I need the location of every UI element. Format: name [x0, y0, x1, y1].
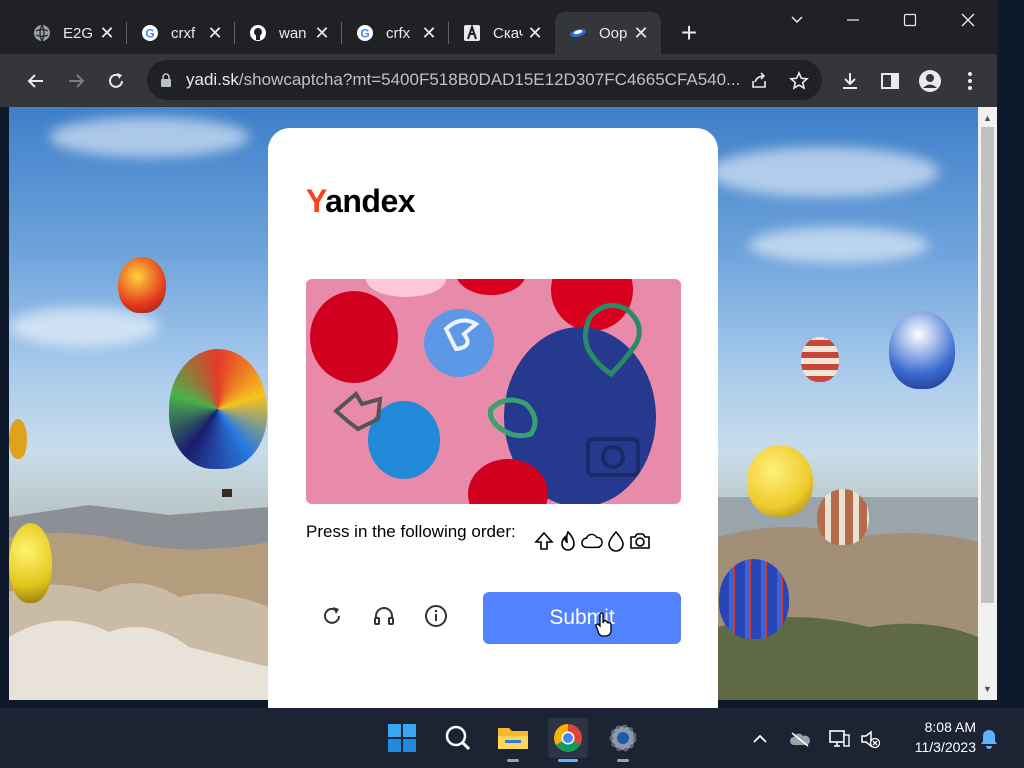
start-icon[interactable]	[382, 718, 422, 758]
captcha-instruction: Press in the following order:	[306, 522, 516, 541]
tab-title: crfx	[386, 24, 411, 42]
address-bar[interactable]: yadi.sk/showcaptcha?mt=5400F518B0DAD15E1…	[147, 60, 822, 100]
maximize-button[interactable]	[890, 8, 930, 32]
tab-title: wan	[279, 24, 307, 42]
background-cloud	[709, 147, 939, 197]
captcha-image[interactable]	[306, 279, 681, 504]
tab-title: Скач	[493, 24, 523, 42]
google-icon: G	[356, 24, 374, 42]
tab-title: crxf	[171, 24, 196, 42]
hot-air-balloon	[747, 445, 813, 517]
hot-air-balloon	[9, 523, 52, 603]
side-panel-icon[interactable]	[876, 67, 904, 95]
submit-button[interactable]: Submit	[483, 592, 681, 644]
close-icon[interactable]: ✕	[631, 23, 651, 43]
close-icon[interactable]: ✕	[525, 23, 545, 43]
share-icon[interactable]	[748, 70, 770, 92]
bookmark-star-icon[interactable]	[788, 70, 810, 92]
vertical-scrollbar[interactable]: ▲ ▼	[978, 107, 997, 700]
menu-kebab-icon[interactable]	[956, 67, 984, 95]
reload-button[interactable]	[102, 67, 130, 95]
audio-captcha-button[interactable]	[369, 601, 399, 631]
search-icon[interactable]	[438, 718, 478, 758]
tab-wan[interactable]: wan ✕	[235, 12, 342, 54]
drop-icon	[605, 529, 627, 553]
hot-air-balloon	[169, 349, 267, 469]
hand-cursor-icon	[595, 612, 612, 637]
scrollbar-thumb[interactable]	[981, 127, 994, 603]
github-icon	[249, 24, 267, 42]
refresh-captcha-button[interactable]	[317, 601, 347, 631]
chrome-icon[interactable]	[548, 718, 588, 762]
background-cloud	[9, 307, 159, 347]
clock-time: 8:08 AM	[924, 719, 976, 735]
tab-crxf[interactable]: G crxf ✕	[127, 12, 235, 54]
flame-icon	[557, 529, 579, 553]
chevron-down-icon[interactable]	[777, 8, 817, 32]
new-tab-button[interactable]: +	[676, 19, 702, 47]
captcha-shapes	[332, 302, 642, 477]
yandex-disk-icon	[569, 24, 587, 42]
file-explorer-icon[interactable]	[493, 718, 533, 762]
settings-icon[interactable]	[603, 718, 643, 762]
background-cloud	[49, 117, 249, 157]
notification-bell-icon[interactable]	[978, 728, 1000, 750]
google-icon: G	[141, 24, 159, 42]
download-icon[interactable]	[836, 67, 864, 95]
close-icon[interactable]: ✕	[205, 23, 225, 43]
taskbar-clock[interactable]: 8:08 AM 11/3/2023	[896, 717, 976, 757]
scroll-up-arrow[interactable]: ▲	[982, 113, 993, 123]
hot-air-balloon	[9, 419, 27, 459]
running-indicator	[617, 759, 629, 762]
forward-button[interactable]	[62, 67, 90, 95]
svg-text:G: G	[145, 27, 154, 41]
hot-air-balloon	[817, 489, 869, 545]
network-icon[interactable]	[828, 728, 850, 750]
tab-oops-active[interactable]: Oop ✕	[555, 12, 661, 54]
background-cloud	[749, 227, 929, 263]
close-icon[interactable]: ✕	[419, 23, 439, 43]
profile-avatar[interactable]	[916, 67, 944, 95]
clock-date: 11/3/2023	[914, 739, 976, 755]
globe-icon	[33, 24, 51, 42]
close-icon[interactable]: ✕	[97, 23, 117, 43]
svg-text:G: G	[360, 27, 369, 41]
running-indicator	[558, 759, 578, 762]
cloud-icon	[581, 529, 603, 553]
tab-strip: E2G ✕ G crxf ✕ wan ✕ G crfx ✕ Скач ✕ Oop…	[0, 0, 997, 54]
info-button[interactable]	[421, 601, 451, 631]
windows-taskbar	[0, 708, 1024, 768]
scroll-down-arrow[interactable]: ▼	[982, 684, 993, 694]
tab-crfx[interactable]: G crfx ✕	[342, 12, 449, 54]
balloon-basket	[222, 489, 232, 497]
captcha-sequence	[533, 529, 651, 553]
back-button[interactable]	[22, 67, 50, 95]
yandex-logo: Yandex	[306, 183, 416, 219]
hot-air-balloon	[118, 257, 166, 313]
url-text[interactable]: yadi.sk/showcaptcha?mt=5400F518B0DAD15E1…	[186, 70, 746, 90]
app-icon	[463, 24, 481, 42]
hot-air-balloon	[801, 337, 839, 382]
tab-title: Oop	[599, 24, 628, 42]
chevron-up-icon[interactable]	[749, 728, 771, 750]
volume-muted-icon[interactable]	[860, 728, 882, 750]
hot-air-balloon	[719, 559, 789, 639]
close-icon[interactable]: ✕	[312, 23, 332, 43]
running-indicator	[507, 759, 519, 762]
browser-toolbar: yadi.sk/showcaptcha?mt=5400F518B0DAD15E1…	[0, 54, 997, 107]
hot-air-balloon	[889, 311, 955, 389]
tab-download[interactable]: Скач ✕	[449, 12, 555, 54]
arrow-up-icon	[533, 529, 555, 553]
onedrive-icon[interactable]	[789, 728, 811, 750]
tab-title: E2G	[63, 24, 93, 42]
browser-window: E2G ✕ G crxf ✕ wan ✕ G crfx ✕ Скач ✕ Oop…	[0, 0, 997, 107]
camera-icon	[629, 529, 651, 553]
tab-e2g[interactable]: E2G ✕	[0, 12, 127, 54]
minimize-button[interactable]	[833, 8, 873, 32]
lock-icon[interactable]	[159, 72, 173, 93]
close-window-button[interactable]	[948, 8, 988, 32]
